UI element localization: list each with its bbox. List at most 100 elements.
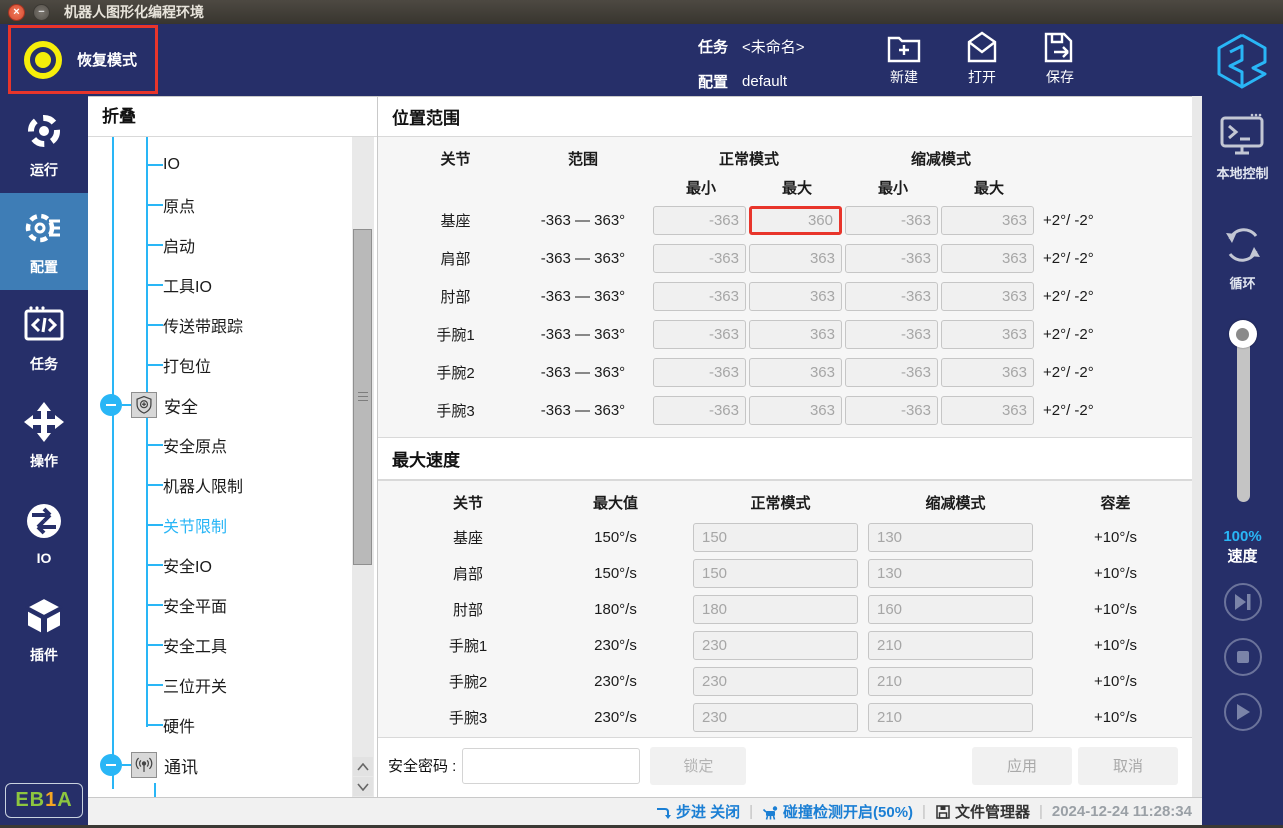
- open-button[interactable]: 打开: [964, 30, 1000, 87]
- normal-max-input[interactable]: [749, 396, 842, 425]
- step-forward-button[interactable]: [1224, 583, 1262, 621]
- normal-speed-input[interactable]: [693, 631, 858, 660]
- safety-password-input[interactable]: [462, 748, 640, 784]
- reduced-max-input[interactable]: [941, 206, 1034, 235]
- normal-max-input[interactable]: [749, 358, 842, 387]
- normal-max-input[interactable]: [749, 244, 842, 273]
- operate-arrows-icon: [22, 400, 66, 444]
- tree-item-startup[interactable]: 启动: [88, 225, 377, 265]
- scrollbar-thumb[interactable]: [353, 229, 372, 565]
- file-manager-icon: [935, 804, 951, 820]
- scroll-down-icon[interactable]: [353, 777, 373, 796]
- new-button[interactable]: 新建: [886, 30, 922, 87]
- tree-item-robot-limit[interactable]: 机器人限制: [88, 465, 377, 505]
- normal-speed-input[interactable]: [693, 559, 858, 588]
- tree-item-origin[interactable]: 原点: [88, 185, 377, 225]
- sidebar-item-operate[interactable]: 操作: [0, 387, 88, 484]
- normal-min-input[interactable]: [653, 244, 746, 273]
- sidebar-item-run[interactable]: 运行: [0, 96, 88, 193]
- speed-label: 速度: [1223, 545, 1261, 566]
- position-row-base: 基座 -363 — 363° +2°/ -2°: [398, 201, 1192, 239]
- recovery-mode-icon: [21, 38, 65, 82]
- reduced-min-input[interactable]: [845, 358, 938, 387]
- reduced-speed-input[interactable]: [868, 595, 1033, 624]
- speed-slider[interactable]: [1202, 314, 1283, 510]
- collision-status[interactable]: 碰撞检测开启(50%): [762, 801, 913, 822]
- sidebar-item-io[interactable]: IO: [0, 484, 88, 581]
- reduced-speed-input[interactable]: [868, 559, 1033, 588]
- lock-button[interactable]: 锁定: [650, 747, 746, 785]
- tree-item-pack-pos[interactable]: 打包位: [88, 345, 377, 385]
- scroll-up-icon[interactable]: [353, 757, 373, 776]
- normal-max-input[interactable]: [749, 320, 842, 349]
- reduced-min-input[interactable]: [845, 244, 938, 273]
- col-header-normal-mode: 正常模式: [693, 492, 868, 513]
- reduced-max-input[interactable]: [941, 244, 1034, 273]
- loop-button[interactable]: 循环: [1220, 222, 1266, 292]
- reduced-max-input[interactable]: [941, 320, 1034, 349]
- reduced-speed-input[interactable]: [868, 523, 1033, 552]
- collapse-toggle-icon[interactable]: [100, 754, 122, 776]
- reduced-max-input[interactable]: [941, 396, 1034, 425]
- normal-speed-input[interactable]: [693, 595, 858, 624]
- reduced-speed-input[interactable]: [868, 667, 1033, 696]
- tree-item-tool-io[interactable]: 工具IO: [88, 265, 377, 305]
- highlighted-normal-max-input[interactable]: [749, 206, 842, 235]
- reduced-speed-input[interactable]: [868, 631, 1033, 660]
- recovery-mode-indicator[interactable]: 恢复模式: [8, 25, 158, 94]
- normal-speed-input[interactable]: [693, 523, 858, 552]
- sidebar-item-config[interactable]: 配置: [0, 193, 88, 290]
- tree-item-conveyor[interactable]: 传送带跟踪: [88, 305, 377, 345]
- tree-item-safety-plane[interactable]: 安全平面: [88, 585, 377, 625]
- close-button[interactable]: ×: [8, 4, 25, 21]
- normal-min-input[interactable]: [653, 206, 746, 235]
- tree-item-hardware[interactable]: 硬件: [88, 705, 377, 745]
- cancel-button[interactable]: 取消: [1078, 747, 1178, 785]
- local-control-button[interactable]: 本地控制: [1216, 112, 1268, 182]
- minimize-button[interactable]: −: [33, 4, 50, 21]
- tree-item-safety-origin[interactable]: 安全原点: [88, 425, 377, 465]
- antenna-icon: [131, 752, 157, 778]
- reduced-speed-input[interactable]: [868, 703, 1033, 732]
- normal-min-input[interactable]: [653, 358, 746, 387]
- normal-min-input[interactable]: [653, 396, 746, 425]
- stop-button[interactable]: [1224, 638, 1262, 676]
- tree-item-safety-io[interactable]: 安全IO: [88, 545, 377, 585]
- reduced-min-input[interactable]: [845, 320, 938, 349]
- sidebar-item-plugin[interactable]: 插件: [0, 581, 88, 678]
- slider-knob[interactable]: [1229, 320, 1257, 348]
- normal-speed-input[interactable]: [693, 703, 858, 732]
- normal-min-input[interactable]: [653, 282, 746, 311]
- reduced-max-input[interactable]: [941, 358, 1034, 387]
- step-status[interactable]: 步进 关闭: [656, 801, 740, 822]
- tree-item-joint-limit[interactable]: 关节限制: [88, 505, 377, 545]
- normal-min-input[interactable]: [653, 320, 746, 349]
- reduced-max-input[interactable]: [941, 282, 1034, 311]
- collapse-toggle-icon[interactable]: [100, 394, 122, 416]
- robot-model-badge: EB1A: [5, 783, 82, 818]
- play-button[interactable]: [1224, 693, 1262, 731]
- save-button[interactable]: 保存: [1042, 30, 1078, 87]
- normal-max-input[interactable]: [749, 282, 842, 311]
- reduced-min-input[interactable]: [845, 396, 938, 425]
- sidebar-item-task[interactable]: 任务: [0, 290, 88, 387]
- reduced-min-input[interactable]: [845, 282, 938, 311]
- position-section-title: 位置范围: [378, 97, 1192, 137]
- col-subheader-min: 最小: [845, 177, 941, 198]
- tree-item-io[interactable]: IO: [88, 145, 377, 185]
- tree-group-communication[interactable]: 通讯: [88, 745, 377, 785]
- tree-group-safety[interactable]: 安全: [88, 385, 377, 425]
- collapse-header[interactable]: 折叠: [88, 97, 377, 137]
- tree-item-three-pos-switch[interactable]: 三位开关: [88, 665, 377, 705]
- step-icon: [656, 804, 672, 820]
- col-subheader-min: 最小: [653, 177, 749, 198]
- position-row-elbow: 肘部 -363 — 363° +2°/ -2°: [398, 277, 1192, 315]
- file-manager-item[interactable]: 文件管理器: [935, 801, 1030, 822]
- left-sidebar: 运行 配置 任务: [0, 96, 88, 828]
- normal-speed-input[interactable]: [693, 667, 858, 696]
- reduced-min-input[interactable]: [845, 206, 938, 235]
- tree-item-safety-tool[interactable]: 安全工具: [88, 625, 377, 665]
- slider-track[interactable]: [1237, 330, 1250, 502]
- apply-button[interactable]: 应用: [972, 747, 1072, 785]
- tree-scrollbar[interactable]: [352, 137, 374, 797]
